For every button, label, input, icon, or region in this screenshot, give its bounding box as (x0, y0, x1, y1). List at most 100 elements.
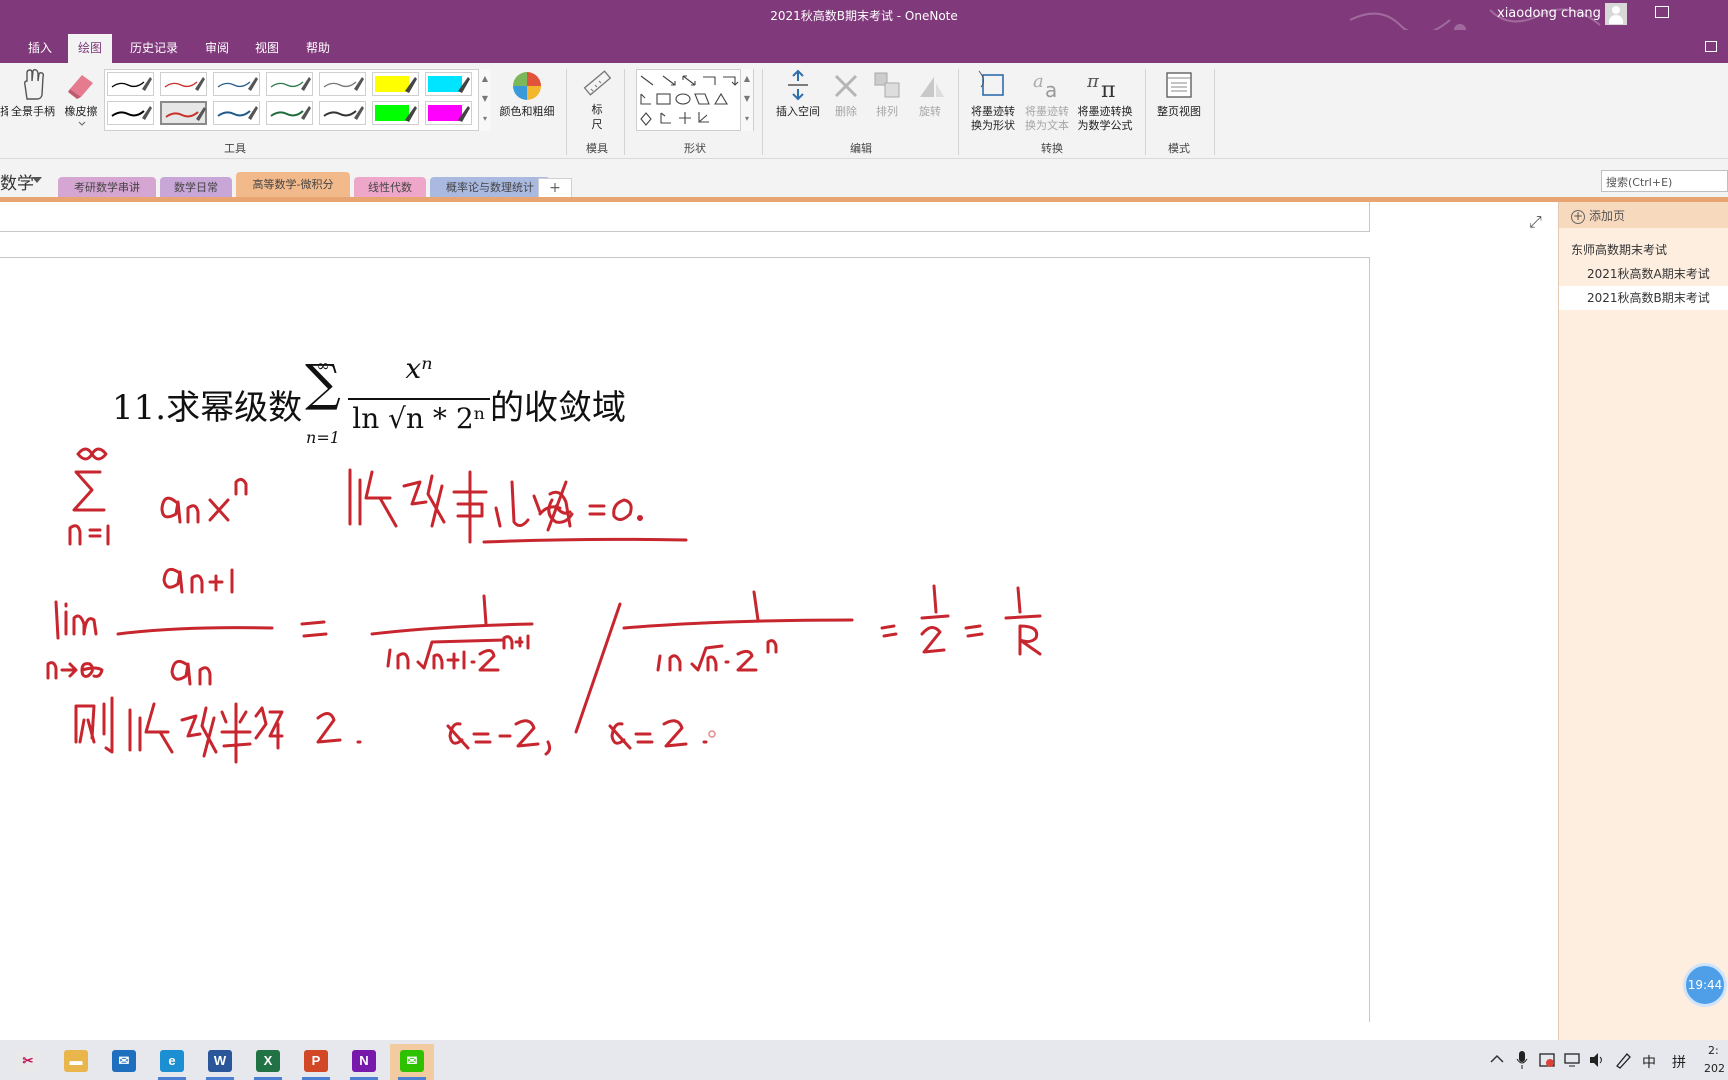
ink-to-text-label-1[interactable]: 将墨迹转 (1019, 105, 1075, 119)
color-thickness-label[interactable]: 颜色和粗细 (496, 105, 558, 119)
security-icon[interactable] (1538, 1051, 1556, 1069)
pen-swatch[interactable] (107, 72, 154, 96)
tray-chevron-icon[interactable] (1490, 1054, 1504, 1064)
arrange-label[interactable]: 排列 (867, 105, 907, 119)
snip-taskbar-icon[interactable]: ✂ (6, 1044, 50, 1080)
ink-to-text-label-2[interactable]: 换为文本 (1019, 119, 1075, 133)
ink-to-shape-label-1[interactable]: 将墨迹转 (965, 105, 1021, 119)
ribbon-display-options-icon[interactable] (1655, 6, 1669, 18)
volume-icon[interactable] (1588, 1052, 1606, 1068)
ime-language-indicator[interactable]: 中 (1642, 1052, 1656, 1072)
ruler-icon[interactable] (582, 69, 612, 99)
pen-swatch[interactable] (213, 101, 260, 125)
eraser-label[interactable]: 橡皮擦 (60, 105, 102, 119)
section-tab[interactable]: 数学日常 (160, 177, 232, 198)
pen-swatch[interactable] (425, 72, 472, 96)
excel-taskbar-icon[interactable]: X (246, 1044, 290, 1080)
shapes-gallery-scroll[interactable]: ▲ ▼ ▾ (740, 69, 753, 131)
insert-space-icon[interactable] (785, 69, 811, 101)
select-button-label[interactable]: 择 (0, 105, 8, 119)
expand-icon[interactable]: ⤢ (1529, 212, 1542, 232)
pen-swatch[interactable] (425, 101, 472, 125)
pen-workspace-icon[interactable] (1614, 1051, 1632, 1069)
tab-help[interactable]: 帮助 (298, 34, 338, 63)
taskbar-clock-time[interactable]: 2: (1708, 1044, 1719, 1057)
ink-to-math-label-2[interactable]: 为数学公式 (1073, 119, 1137, 133)
restore-window-icon[interactable] (1705, 41, 1717, 52)
ink-to-math-label-1[interactable]: 将墨迹转换 (1073, 105, 1137, 119)
gallery-more-icon[interactable]: ▾ (741, 109, 753, 129)
wechat-taskbar-icon[interactable]: ✉ (390, 1044, 434, 1080)
eraser-dropdown-chevron-icon[interactable] (78, 121, 86, 127)
user-name[interactable]: xiaodong chang (1497, 6, 1601, 21)
pen-swatch[interactable] (372, 101, 419, 125)
pen-swatch[interactable] (160, 101, 207, 125)
color-wheel-icon[interactable] (512, 71, 542, 101)
notebook-name[interactable]: 数学 (0, 169, 34, 194)
full-page-view-icon[interactable] (1165, 71, 1193, 99)
page-canvas[interactable]: ⤢ 11.求幂级数 ∞ ∑ n=1 xⁿ ln √n * 2ⁿ 的收敛域 (0, 202, 1558, 1040)
pen-swatch[interactable] (213, 72, 260, 96)
tab-insert[interactable]: 插入 (22, 34, 58, 63)
word-taskbar-icon[interactable]: W (198, 1044, 242, 1080)
arrange-icon[interactable] (873, 71, 901, 99)
pen-gallery-scroll[interactable]: ▲ ▼ ▾ (478, 69, 491, 131)
rotate-label[interactable]: 旋转 (910, 105, 950, 119)
page-title-area[interactable] (0, 202, 1370, 232)
ink-to-text-icon[interactable]: a a (1031, 69, 1065, 101)
pen-swatch[interactable] (266, 72, 313, 96)
full-page-view-label[interactable]: 整页视图 (1151, 105, 1207, 119)
tab-review[interactable]: 审阅 (198, 34, 236, 63)
scroll-up-icon[interactable]: ▲ (741, 69, 753, 89)
user-avatar-icon[interactable] (1605, 3, 1627, 25)
delete-label[interactable]: 删除 (826, 105, 866, 119)
section-tab[interactable]: 考研数学串讲 (58, 177, 156, 198)
notebook-dropdown-icon[interactable] (32, 177, 42, 183)
pan-hand-icon[interactable] (20, 69, 46, 101)
section-tab[interactable]: 高等数学-微积分 (236, 172, 350, 199)
add-page-button[interactable]: + 添加页 (1559, 202, 1728, 228)
insert-space-label[interactable]: 插入空间 (770, 105, 826, 119)
explorer-taskbar-icon[interactable]: ▬ (54, 1044, 98, 1080)
scroll-down-icon[interactable]: ▼ (741, 89, 753, 109)
add-section-button[interactable]: + (538, 178, 572, 198)
taskbar-clock-date[interactable]: 202 (1704, 1062, 1725, 1075)
section-tab[interactable]: 线性代数 (354, 177, 426, 198)
pen-swatch[interactable] (266, 101, 313, 125)
section-tab[interactable]: 概率论与数理统计 (430, 177, 550, 198)
scroll-up-icon[interactable]: ▲ (479, 69, 491, 89)
onenote-taskbar-icon[interactable]: N (342, 1044, 386, 1080)
floating-clock-bubble[interactable]: 19:44 (1683, 963, 1727, 1007)
page-item-selected[interactable]: 2021秋高数B期末考试 (1559, 286, 1728, 310)
microphone-icon[interactable] (1516, 1050, 1528, 1070)
search-input[interactable]: 搜索(Ctrl+E) (1601, 170, 1728, 192)
gallery-more-icon[interactable]: ▾ (479, 109, 491, 129)
ink-to-shape-label-2[interactable]: 换为形状 (965, 119, 1021, 133)
network-icon[interactable] (1564, 1052, 1582, 1068)
pen-swatch[interactable] (319, 101, 366, 125)
tab-draw[interactable]: 绘图 (68, 34, 112, 63)
page-item[interactable]: 东师高数期末考试 (1559, 238, 1728, 262)
ruler-label-top[interactable]: 标 (585, 103, 609, 117)
shapes-gallery-icons[interactable] (637, 70, 741, 130)
ime-mode-indicator[interactable]: 拼 (1672, 1052, 1686, 1072)
powerpoint-taskbar-icon[interactable]: P (294, 1044, 338, 1080)
pen-swatch[interactable] (107, 101, 154, 125)
tab-history[interactable]: 历史记录 (124, 34, 184, 63)
page-item[interactable]: 2021秋高数A期末考试 (1559, 262, 1728, 286)
tab-view[interactable]: 视图 (248, 34, 286, 63)
rotate-icon[interactable] (916, 73, 946, 99)
delete-icon[interactable] (833, 73, 859, 99)
scroll-down-icon[interactable]: ▼ (479, 89, 491, 109)
pen-swatch[interactable] (372, 72, 419, 96)
ink-to-math-icon[interactable]: π π (1087, 69, 1123, 101)
handwritten-ink[interactable] (0, 442, 1200, 1002)
pan-handle-label[interactable]: 全景手柄 (8, 105, 58, 119)
ruler-label-bottom[interactable]: 尺 (585, 118, 609, 132)
ink-to-shape-icon[interactable] (977, 69, 1009, 101)
pen-swatch[interactable] (160, 72, 207, 96)
eraser-icon[interactable] (66, 71, 96, 99)
mail-taskbar-icon[interactable]: ✉ (102, 1044, 146, 1080)
pen-swatch[interactable] (319, 72, 366, 96)
edge-taskbar-icon[interactable]: e (150, 1044, 194, 1080)
